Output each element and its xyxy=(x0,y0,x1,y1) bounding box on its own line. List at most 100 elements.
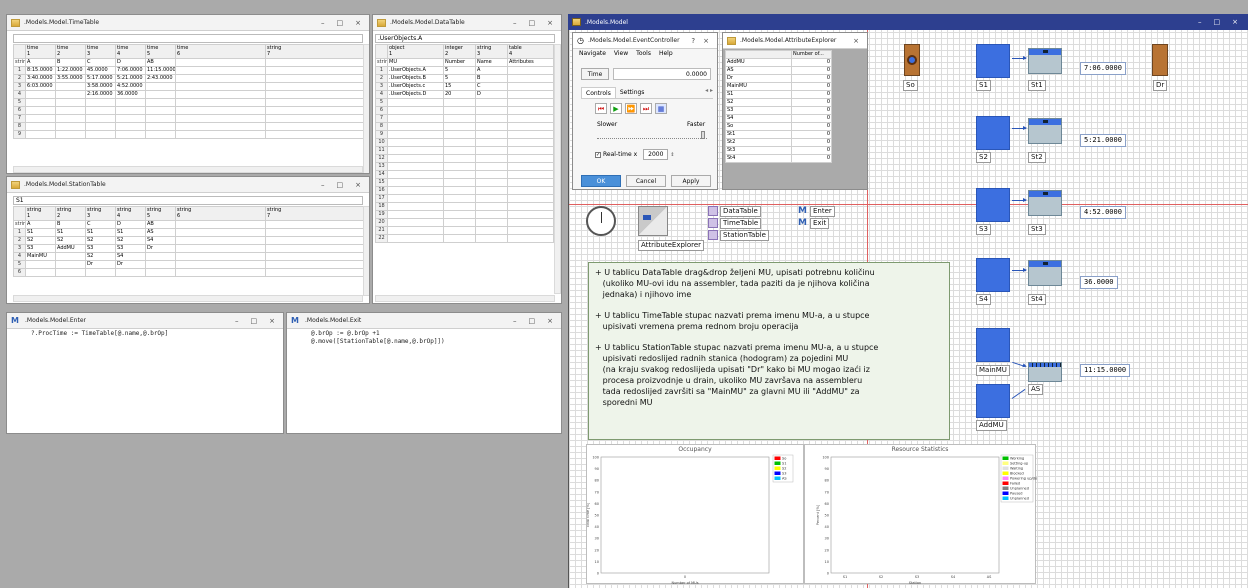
table-cell[interactable]: .UserObjects.A xyxy=(387,66,444,75)
table-cell[interactable] xyxy=(507,210,554,219)
table-cell[interactable]: 11:15.0000 xyxy=(145,66,176,75)
station-st2[interactable] xyxy=(1028,118,1062,144)
table-cell[interactable] xyxy=(85,114,116,123)
realtime-value-input[interactable]: 2000 xyxy=(643,149,669,160)
stationtable-cell-input[interactable]: S1 xyxy=(13,196,363,205)
table-cell[interactable] xyxy=(85,98,116,107)
speed-slider-thumb[interactable] xyxy=(701,131,705,139)
value-cell[interactable]: 0 xyxy=(791,138,832,147)
table-cell[interactable] xyxy=(145,130,176,139)
column-name-cell[interactable]: A xyxy=(25,58,56,67)
table-cell[interactable]: 5:21.0000 xyxy=(115,74,146,83)
table-cell[interactable] xyxy=(265,268,364,277)
table-cell[interactable] xyxy=(475,234,508,243)
eventcontroller-clock-icon[interactable] xyxy=(586,206,616,236)
table-cell[interactable]: Dr xyxy=(85,260,116,269)
tab-controls[interactable]: Controls xyxy=(581,87,616,98)
table-cell[interactable] xyxy=(265,74,364,83)
value-cell[interactable]: 0 xyxy=(791,122,832,131)
time-button[interactable]: Time xyxy=(581,68,609,80)
table-cell[interactable]: 3:55.0000 xyxy=(55,74,86,83)
table-cell[interactable]: 15 xyxy=(443,82,476,91)
eventcontroller-dialog[interactable]: ◷ .Models.Model.EventController ? × Navig… xyxy=(572,32,718,190)
row-number[interactable]: 17 xyxy=(375,194,388,203)
table-cell[interactable]: S3 xyxy=(25,244,56,253)
table-cell[interactable] xyxy=(25,130,56,139)
buffer-s3[interactable] xyxy=(976,188,1010,222)
horizontal-scrollbar[interactable] xyxy=(13,166,363,173)
column-name-cell[interactable] xyxy=(265,220,364,229)
table-cell[interactable]: 4:52.0000 xyxy=(115,82,146,91)
enter-method-icon[interactable]: M xyxy=(798,206,808,216)
exit-code-editor[interactable]: @.brOp := @.brOp +1 @.move([StationTable… xyxy=(311,330,445,346)
table-cell[interactable] xyxy=(145,260,176,269)
table-cell[interactable] xyxy=(387,218,444,227)
maximize-icon[interactable]: □ xyxy=(1214,18,1221,26)
table-cell[interactable] xyxy=(115,98,146,107)
table-cell[interactable] xyxy=(175,228,266,237)
table-cell[interactable]: S4 xyxy=(115,252,146,261)
table-cell[interactable]: 6:03.0000 xyxy=(25,82,56,91)
row-number[interactable]: 22 xyxy=(375,234,388,243)
column-header[interactable]: string 5 xyxy=(145,206,176,221)
table-cell[interactable] xyxy=(507,82,554,91)
datatable-cell-input[interactable]: .UserObjects.A xyxy=(375,34,555,43)
table-cell[interactable] xyxy=(507,154,554,163)
table-cell[interactable] xyxy=(475,114,508,123)
table-cell[interactable] xyxy=(387,106,444,115)
minimize-icon[interactable]: – xyxy=(321,19,325,27)
table-cell[interactable] xyxy=(507,234,554,243)
row-number[interactable]: 5 xyxy=(375,98,388,107)
table-cell[interactable] xyxy=(115,122,146,131)
table-cell[interactable] xyxy=(507,162,554,171)
row-number[interactable]: 7 xyxy=(13,114,26,123)
table-cell[interactable] xyxy=(115,130,146,139)
table-cell[interactable]: S3 xyxy=(115,244,146,253)
value-cell[interactable]: 0 xyxy=(791,74,832,83)
table-cell[interactable] xyxy=(443,146,476,155)
timetable-grid[interactable]: time 1 time 2 time 3 time 4 time 5 time 6 string 7 str… xyxy=(13,44,364,139)
datatable-grid[interactable]: object1integer2string3table4stringMUNumb… xyxy=(375,44,554,243)
table-cell[interactable]: S1 xyxy=(115,228,146,237)
row-number[interactable]: 7 xyxy=(375,114,388,123)
table-cell[interactable] xyxy=(443,234,476,243)
table-cell[interactable] xyxy=(25,90,56,99)
table-cell[interactable]: 8:15.0000 xyxy=(25,66,56,75)
close-icon[interactable]: × xyxy=(355,181,361,189)
table-cell[interactable] xyxy=(145,98,176,107)
table-cell[interactable]: 45.0000 xyxy=(85,66,116,75)
vertical-scrollbar[interactable] xyxy=(363,206,369,296)
table-cell[interactable] xyxy=(115,106,146,115)
enter-titlebar[interactable]: M .Models.Model.Enter – □ × xyxy=(7,313,283,329)
table-cell[interactable]: S1 xyxy=(85,228,116,237)
value-cell[interactable]: 0 xyxy=(791,106,832,115)
table-cell[interactable] xyxy=(507,98,554,107)
attributeexplorer-titlebar[interactable]: .Models.Model.AttributeExplorer × xyxy=(723,33,867,49)
column-name-cell[interactable]: Number xyxy=(443,58,476,67)
table-cell[interactable]: AS xyxy=(145,228,176,237)
column-header[interactable]: table 4 xyxy=(507,44,554,59)
column-header[interactable]: string 7 xyxy=(265,44,364,59)
table-cell[interactable] xyxy=(443,210,476,219)
menu-item-view[interactable]: View xyxy=(614,50,628,57)
enter-code-editor[interactable]: ?.ProcTime := TimeTable[@.name,@.brOp] xyxy=(31,330,168,338)
speed-slider[interactable] xyxy=(597,131,707,139)
column-name-cell[interactable]: C xyxy=(85,58,116,67)
row-number[interactable]: 11 xyxy=(375,146,388,155)
table-cell[interactable] xyxy=(145,90,176,99)
table-cell[interactable]: B xyxy=(475,74,508,83)
eventcontroller-titlebar[interactable]: ◷ .Models.Model.EventController ? × xyxy=(573,33,717,49)
tab-scroll-arrows-icon[interactable]: ◂ ▸ xyxy=(705,87,713,98)
table-cell[interactable] xyxy=(475,98,508,107)
column-name-cell[interactable]: AB xyxy=(145,58,176,67)
row-number[interactable]: 13 xyxy=(375,162,388,171)
table-cell[interactable] xyxy=(507,186,554,195)
table-cell[interactable]: 36.0000 xyxy=(115,90,146,99)
row-number[interactable]: 9 xyxy=(13,130,26,139)
station-st1[interactable] xyxy=(1028,48,1062,74)
table-cell[interactable] xyxy=(85,106,116,115)
table-cell[interactable] xyxy=(443,186,476,195)
column-name-cell[interactable]: A xyxy=(25,220,56,229)
column-name-cell[interactable]: MU xyxy=(387,58,444,67)
table-cell[interactable] xyxy=(443,178,476,187)
